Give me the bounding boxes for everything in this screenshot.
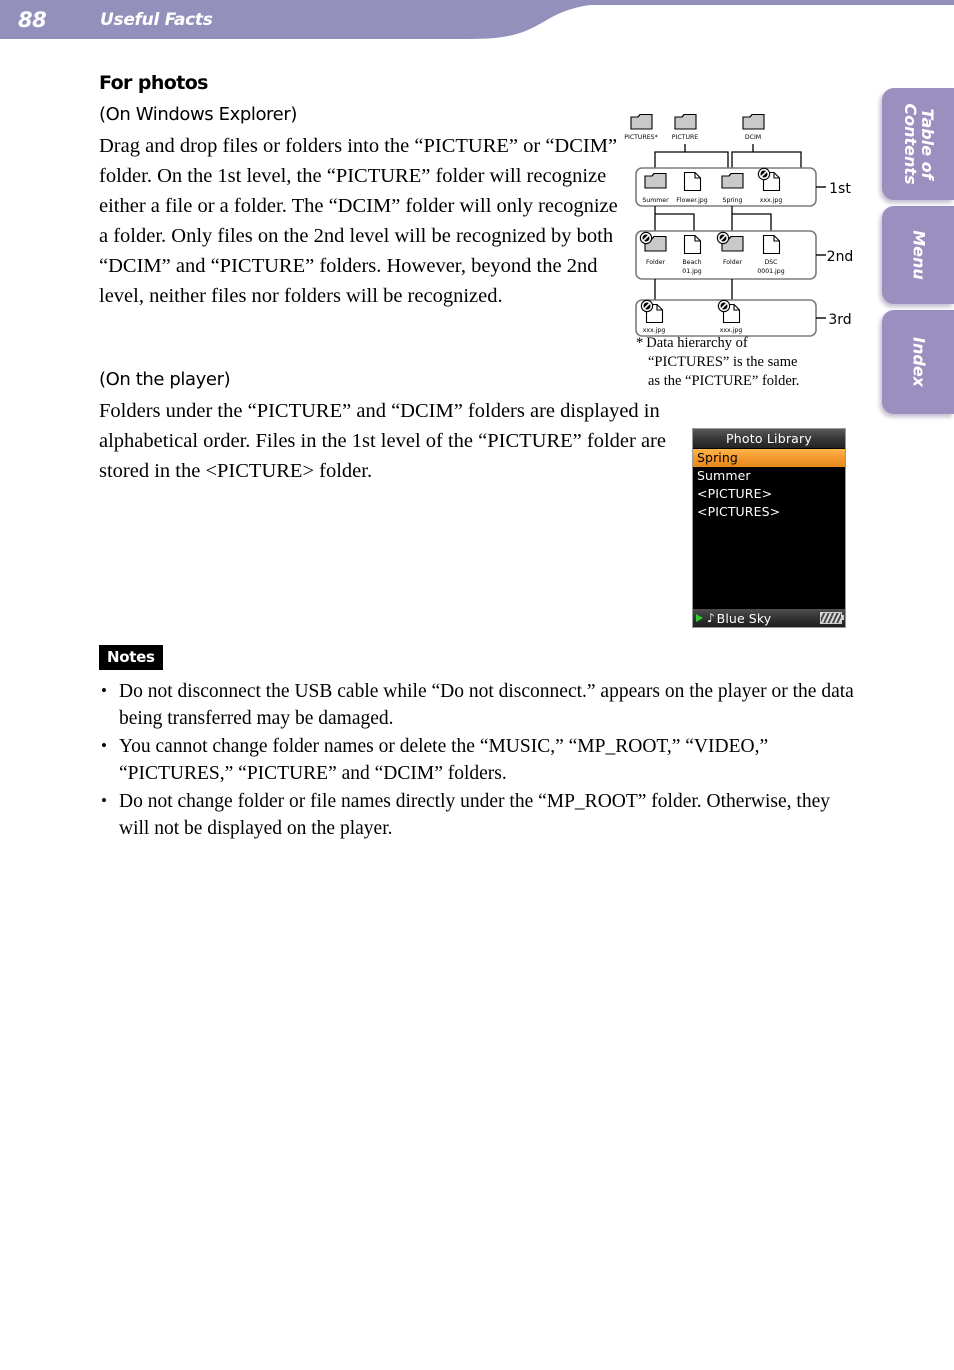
page-number: 88: [18, 8, 47, 32]
section-title: Useful Facts: [100, 10, 213, 30]
diagram-node-xxx-jpg-3rd-b: xxx.jpg: [716, 298, 743, 334]
paragraph-on-the-player: Folders under the “PICTURE” and “DCIM” f…: [99, 400, 666, 482]
sidebar-tab-label: Menu: [909, 230, 929, 280]
svg-text:01.jpg: 01.jpg: [682, 268, 701, 275]
player-list-item-picture[interactable]: <PICTURE>: [693, 485, 845, 503]
diagram-node-folder-b: Folder: [715, 231, 744, 266]
diagram-root-label: DCIM: [745, 134, 761, 141]
notes-badge: Notes: [99, 645, 163, 670]
svg-text:Spring: Spring: [723, 197, 743, 204]
battery-icon: [820, 612, 844, 624]
music-note-icon: ♪: [707, 611, 715, 625]
diagram-node-xxx-jpg-3rd-a: xxx.jpg: [639, 298, 666, 334]
footnote-line-1: Data hierarchy of: [646, 335, 748, 351]
svg-text:xxx.jpg: xxx.jpg: [720, 327, 743, 334]
diagram-connector-1st-to-2nd: [654, 206, 772, 231]
diagram-node-folder-a: Folder: [638, 231, 667, 266]
diagram-root-dcim: [742, 113, 765, 130]
player-list-item-summer[interactable]: Summer: [693, 467, 845, 485]
diagram-node-spring: Spring: [721, 172, 744, 204]
sidebar-tab-label: Table of Contents: [901, 103, 937, 185]
paragraph-windows-explorer: Drag and drop files or folders into the …: [99, 135, 618, 307]
page-header: 88 Useful Facts: [0, 0, 954, 48]
sidebar-tab-table-of-contents[interactable]: Table of Contents: [882, 88, 954, 200]
diagram-node-flower-jpg: Flower.jpg: [676, 171, 708, 204]
diagram-node-beach-01-jpg: Beach 01.jpg: [682, 234, 702, 275]
note-item: You cannot change folder names or delete…: [99, 732, 859, 787]
player-status-bar: ♪ Blue Sky: [693, 608, 845, 627]
diagram-root-label: PICTURE: [672, 134, 698, 141]
diagram-footnote: * Data hierarchy of “PICTURES” is the sam…: [636, 334, 851, 391]
svg-text:Folder: Folder: [723, 259, 743, 266]
diagram-root-label: PICTURES*: [624, 134, 657, 141]
svg-text:Beach: Beach: [682, 259, 701, 266]
diagram-connector-2nd-to-3rd: [654, 279, 733, 300]
player-list-item-spring[interactable]: Spring: [693, 449, 845, 467]
footnote-line-3: as the “PICTURE” folder.: [648, 373, 800, 389]
diagram-root-pictures-star: [630, 113, 653, 130]
diagram-node-xxx-jpg-1st: xxx.jpg: [756, 167, 783, 204]
sidebar-tab-label-line2: Contents: [901, 103, 920, 185]
diagram-level-label-2nd: 2nd: [827, 249, 854, 265]
svg-text:xxx.jpg: xxx.jpg: [643, 327, 666, 334]
player-list-item-pictures[interactable]: <PICTURES>: [693, 503, 845, 521]
diagram-node-dsc-0001-jpg: DSC 0001.jpg: [757, 234, 785, 275]
sidebar-tab-menu[interactable]: Menu: [882, 206, 954, 304]
svg-text:DSC: DSC: [764, 259, 777, 266]
footnote-line-2: “PICTURES” is the same: [648, 354, 798, 370]
diagram-root-picture: [674, 113, 697, 130]
sidebar-tab-label-line1: Table of: [917, 108, 937, 180]
svg-text:Flower.jpg: Flower.jpg: [676, 197, 708, 204]
svg-text:0001.jpg: 0001.jpg: [757, 268, 784, 275]
footnote-marker: *: [636, 335, 644, 351]
sidebar-tab-index[interactable]: Index: [882, 310, 954, 414]
notes-list: Do not disconnect the USB cable while “D…: [99, 677, 859, 842]
diagram-node-summer: Summer: [642, 172, 669, 204]
note-item: Do not change folder or file names direc…: [99, 787, 859, 842]
diagram-connector-root-to-1st: [654, 144, 802, 168]
diagram-level-label-1st: 1st: [829, 181, 851, 197]
svg-text:Folder: Folder: [646, 259, 666, 266]
page-title: For photos: [99, 72, 208, 94]
now-playing-track: Blue Sky: [716, 610, 772, 626]
sidebar-tab-label: Index: [909, 337, 929, 387]
player-screen-title: Photo Library: [693, 429, 845, 449]
note-item: Do not disconnect the USB cable while “D…: [99, 677, 859, 732]
svg-text:xxx.jpg: xxx.jpg: [760, 197, 783, 204]
player-screen: Photo Library Spring Summer <PICTURE> <P…: [692, 428, 846, 628]
play-icon: [696, 614, 703, 622]
notes-section: Notes Do not disconnect the USB cable wh…: [99, 645, 859, 843]
svg-text:Summer: Summer: [642, 197, 669, 204]
diagram-level-label-3rd: 3rd: [828, 312, 851, 328]
